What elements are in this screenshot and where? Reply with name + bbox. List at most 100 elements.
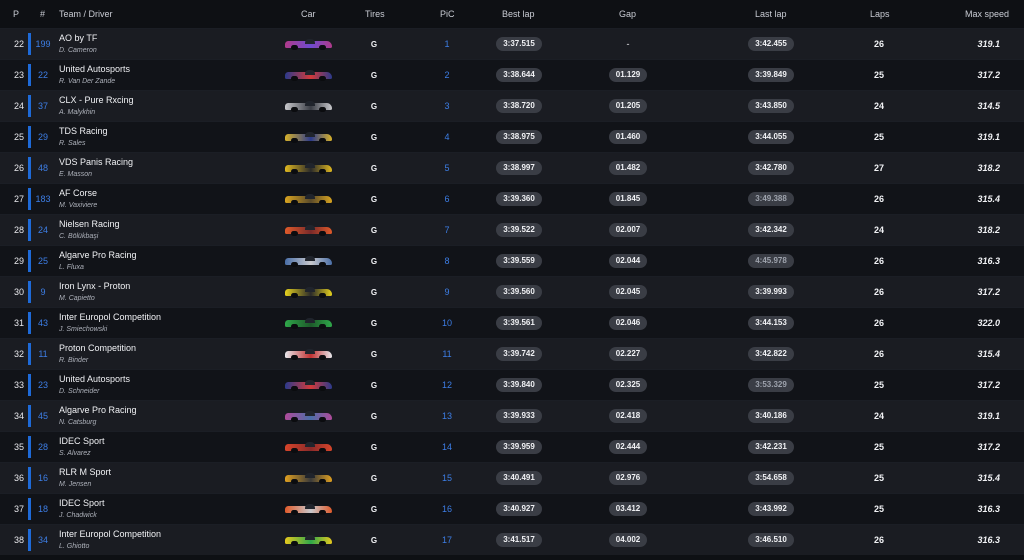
max-speed-cell: 319.1 bbox=[977, 39, 1000, 49]
best-lap-cell: 3:38.644 bbox=[496, 60, 542, 90]
last-lap-pill: 3:39.849 bbox=[748, 68, 794, 82]
last-lap-pill: 3:43.850 bbox=[748, 99, 794, 113]
standings-table: P # Team / Driver Car Tires PiC Best lap… bbox=[0, 0, 1024, 555]
car-number-cell: 18 bbox=[37, 504, 48, 514]
max-speed-cell: 317.2 bbox=[977, 70, 1000, 80]
best-lap-pill: 3:41.517 bbox=[496, 533, 542, 547]
laps-cell: 26 bbox=[873, 39, 884, 49]
table-row[interactable]: 26 48 VDS Panis Racing E. Masson G 5 3:3… bbox=[0, 152, 1024, 183]
best-lap-pill: 3:39.959 bbox=[496, 440, 542, 454]
car-cell bbox=[282, 153, 336, 183]
header-max-speed[interactable]: Max speed bbox=[965, 0, 1009, 28]
pic-cell: 11 bbox=[442, 349, 452, 359]
table-row[interactable]: 36 16 RLR M Sport M. Jensen G 15 3:40.49… bbox=[0, 462, 1024, 493]
last-lap-pill: 3:54.658 bbox=[748, 471, 794, 485]
laps-cell: 25 bbox=[873, 504, 884, 514]
best-lap-cell: 3:39.360 bbox=[496, 184, 542, 214]
class-color-bar bbox=[28, 29, 31, 59]
gap-cell: 02.046 bbox=[608, 308, 648, 338]
car-cell bbox=[282, 91, 336, 121]
header-pic[interactable]: PiC bbox=[440, 0, 455, 28]
car-cell bbox=[282, 401, 336, 431]
pic-cell: 3 bbox=[444, 101, 450, 111]
driver-name: C. Bölükbaşi bbox=[59, 232, 99, 240]
class-color-bar bbox=[28, 339, 31, 369]
team-driver-cell: AF Corse M. Vaxiviere bbox=[59, 184, 259, 214]
laps-cell: 24 bbox=[873, 411, 884, 421]
position-cell: 38 bbox=[13, 535, 24, 545]
last-lap-pill: 3:43.992 bbox=[748, 502, 794, 516]
car-cell bbox=[282, 463, 336, 493]
car-livery-icon bbox=[283, 100, 335, 112]
driver-name: M. Capietto bbox=[59, 294, 95, 302]
car-number-cell: 22 bbox=[37, 70, 48, 80]
class-color-bar bbox=[28, 494, 31, 524]
laps-cell: 25 bbox=[873, 132, 884, 142]
table-row[interactable]: 22 199 AO by TF D. Cameron G 1 3:37.515 … bbox=[0, 28, 1024, 59]
driver-name: R. Van Der Zande bbox=[59, 77, 116, 85]
team-driver-cell: Nielsen Racing C. Bölükbaşi bbox=[59, 215, 259, 245]
header-last-lap[interactable]: Last lap bbox=[755, 0, 787, 28]
header-best-lap[interactable]: Best lap bbox=[502, 0, 535, 28]
gap-cell: 02.444 bbox=[608, 432, 648, 462]
table-row[interactable]: 33 23 United Autosports D. Schneider G 1… bbox=[0, 369, 1024, 400]
team-driver-cell: TDS Racing R. Sales bbox=[59, 122, 259, 152]
best-lap-cell: 3:39.742 bbox=[496, 339, 542, 369]
best-lap-pill: 3:38.720 bbox=[496, 99, 542, 113]
last-lap-cell: 3:42.455 bbox=[748, 29, 794, 59]
driver-name: N. Catsburg bbox=[59, 418, 97, 426]
table-header: P # Team / Driver Car Tires PiC Best lap… bbox=[0, 0, 1024, 28]
car-cell bbox=[282, 246, 336, 276]
tires-cell: G bbox=[370, 287, 378, 297]
header-car[interactable]: Car bbox=[301, 0, 316, 28]
table-row[interactable]: 30 9 Iron Lynx - Proton M. Capietto G 9 … bbox=[0, 276, 1024, 307]
gap-value: 01.482 bbox=[608, 161, 648, 175]
last-lap-pill: 3:44.153 bbox=[748, 316, 794, 330]
team-name: Iron Lynx - Proton bbox=[59, 280, 131, 291]
gap-cell: 02.045 bbox=[608, 277, 648, 307]
last-lap-pill: 3:39.993 bbox=[748, 285, 794, 299]
car-cell bbox=[282, 339, 336, 369]
gap-cell: 02.325 bbox=[608, 370, 648, 400]
laps-cell: 26 bbox=[873, 535, 884, 545]
last-lap-cell: 4:45.978 bbox=[748, 246, 794, 276]
car-number-cell: 199 bbox=[35, 39, 51, 49]
table-row[interactable]: 25 29 TDS Racing R. Sales G 4 3:38.975 0… bbox=[0, 121, 1024, 152]
best-lap-pill: 3:39.360 bbox=[496, 192, 542, 206]
gap-value: 01.205 bbox=[608, 99, 648, 113]
table-row[interactable]: 38 34 Inter Europol Competition L. Ghiot… bbox=[0, 524, 1024, 555]
table-row[interactable]: 31 43 Inter Europol Competition J. Smiec… bbox=[0, 307, 1024, 338]
car-number-cell: 29 bbox=[37, 132, 48, 142]
best-lap-cell: 3:39.522 bbox=[496, 215, 542, 245]
header-team-driver[interactable]: Team / Driver bbox=[59, 0, 113, 28]
car-livery-icon bbox=[283, 534, 335, 546]
best-lap-cell: 3:41.517 bbox=[496, 525, 542, 555]
header-position[interactable]: P bbox=[13, 0, 19, 28]
table-row[interactable]: 35 28 IDEC Sport S. Alvarez G 14 3:39.95… bbox=[0, 431, 1024, 462]
pic-cell: 9 bbox=[444, 287, 450, 297]
team-name: AF Corse bbox=[59, 187, 98, 198]
header-number[interactable]: # bbox=[40, 0, 45, 28]
table-row[interactable]: 27 183 AF Corse M. Vaxiviere G 6 3:39.36… bbox=[0, 183, 1024, 214]
tires-cell: G bbox=[370, 70, 378, 80]
table-row[interactable]: 28 24 Nielsen Racing C. Bölükbaşi G 7 3:… bbox=[0, 214, 1024, 245]
best-lap-cell: 3:38.720 bbox=[496, 91, 542, 121]
best-lap-pill: 3:39.559 bbox=[496, 254, 542, 268]
header-laps[interactable]: Laps bbox=[870, 0, 890, 28]
table-row[interactable]: 37 18 IDEC Sport J. Chadwick G 16 3:40.9… bbox=[0, 493, 1024, 524]
car-livery-icon bbox=[283, 503, 335, 515]
last-lap-cell: 3:43.850 bbox=[748, 91, 794, 121]
table-row[interactable]: 29 25 Algarve Pro Racing L. Fluxa G 8 3:… bbox=[0, 245, 1024, 276]
table-row[interactable]: 24 37 CLX - Pure Rxcing A. Malykhin G 3 … bbox=[0, 90, 1024, 121]
last-lap-pill: 3:46.510 bbox=[748, 533, 794, 547]
driver-name: J. Chadwick bbox=[59, 511, 97, 519]
header-tires[interactable]: Tires bbox=[365, 0, 385, 28]
pic-cell: 2 bbox=[444, 70, 450, 80]
table-row[interactable]: 34 45 Algarve Pro Racing N. Catsburg G 1… bbox=[0, 400, 1024, 431]
header-gap[interactable]: Gap bbox=[619, 0, 636, 28]
table-row[interactable]: 32 11 Proton Competition R. Binder G 11 … bbox=[0, 338, 1024, 369]
last-lap-cell: 3:39.849 bbox=[748, 60, 794, 90]
pic-cell: 6 bbox=[444, 194, 450, 204]
table-row[interactable]: 23 22 United Autosports R. Van Der Zande… bbox=[0, 59, 1024, 90]
best-lap-cell: 3:39.559 bbox=[496, 246, 542, 276]
